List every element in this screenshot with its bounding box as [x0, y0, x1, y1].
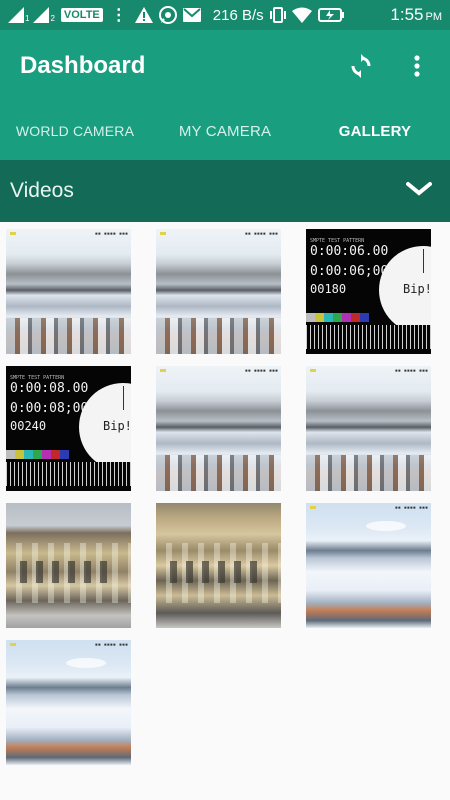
- wifi-icon: [291, 7, 312, 23]
- video-thumbnail[interactable]: ▪▪ ▪▪▪▪ ▪▪▪: [306, 366, 431, 491]
- tab-world-camera[interactable]: WORLD CAMERA: [0, 102, 150, 160]
- tab-my-camera[interactable]: MY CAMERA: [150, 102, 300, 160]
- warning-icon: [134, 7, 153, 23]
- video-thumbnail[interactable]: [156, 503, 281, 628]
- mail-icon: [182, 8, 201, 22]
- app-title: Dashboard: [20, 52, 146, 79]
- clock: 1:55 PM: [390, 5, 442, 24]
- chevron-down-icon[interactable]: [406, 181, 432, 202]
- more-notifications-icon: ⋮: [110, 7, 127, 24]
- network-speed: 216 B/s: [212, 6, 264, 24]
- video-thumbnail[interactable]: SMPTE TEST PATTERN 0:00:08.00 0:00:08;00…: [6, 366, 131, 491]
- tab-gallery[interactable]: GALLERY: [300, 102, 450, 160]
- video-thumbnail[interactable]: ▪▪ ▪▪▪▪ ▪▪▪: [156, 229, 281, 354]
- volte-badge: VOLTE: [60, 8, 103, 22]
- video-thumbnail[interactable]: ▪▪ ▪▪▪▪ ▪▪▪: [6, 640, 131, 765]
- app-actions: [348, 53, 430, 79]
- video-thumbnail[interactable]: SMPTE TEST PATTERN 0:00:06.00 0:00:06;00…: [306, 229, 431, 354]
- vibrate-icon: [269, 7, 286, 23]
- signal-sim2-icon: 2: [33, 7, 55, 23]
- tab-bar: WORLD CAMERA MY CAMERA GALLERY: [0, 102, 450, 160]
- video-thumbnail[interactable]: [6, 503, 131, 628]
- videos-section-header[interactable]: Videos: [0, 160, 450, 222]
- whatsapp-icon: [158, 6, 177, 24]
- battery-charging-icon: [317, 8, 344, 22]
- app-bar: Dashboard: [0, 30, 450, 102]
- refresh-icon[interactable]: [348, 53, 374, 79]
- signal-sim1-icon: 1: [8, 7, 29, 23]
- video-thumbnail[interactable]: ▪▪ ▪▪▪▪ ▪▪▪: [156, 366, 281, 491]
- status-bar: 1 2 VOLTE ⋮ 216 B/s 1:55 PM: [0, 0, 450, 30]
- video-thumbnail[interactable]: ▪▪ ▪▪▪▪ ▪▪▪: [306, 503, 431, 628]
- video-thumbnail[interactable]: ▪▪ ▪▪▪▪ ▪▪▪: [6, 229, 131, 354]
- section-title: Videos: [10, 179, 74, 202]
- more-vert-icon[interactable]: [404, 53, 430, 79]
